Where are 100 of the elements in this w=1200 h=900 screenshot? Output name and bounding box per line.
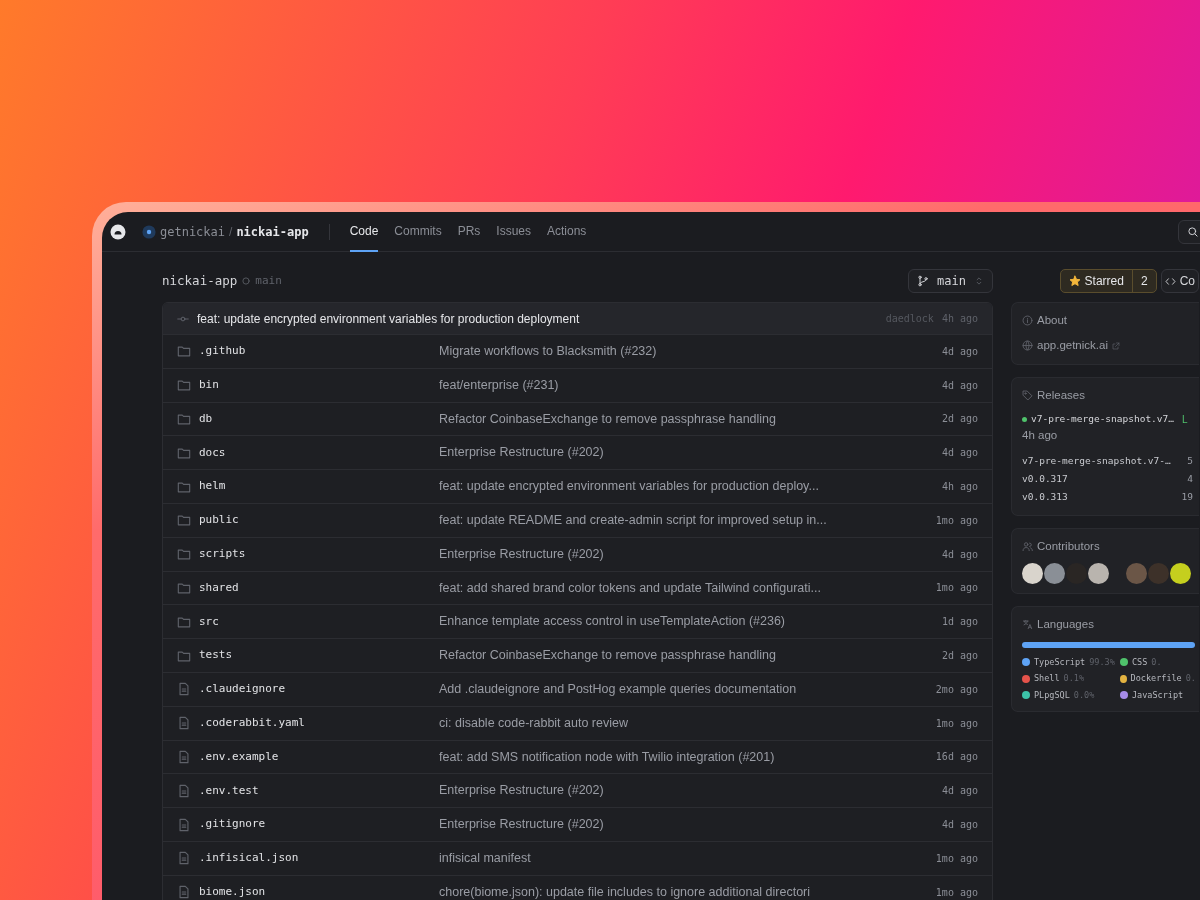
commit-time: 1mo ago xyxy=(935,716,978,731)
folder-icon xyxy=(177,580,191,595)
website-link[interactable]: app.getnick.ai xyxy=(1037,337,1108,355)
language-name: Shell xyxy=(1034,672,1060,685)
nav-tab[interactable]: Actions xyxy=(547,212,587,252)
folder-icon xyxy=(177,479,191,494)
commit-message[interactable]: Enterprise Restructure (#202) xyxy=(439,815,604,834)
commit-message[interactable]: Migrate workflows to Blacksmith (#232) xyxy=(439,342,657,361)
language-percent: 0. xyxy=(1185,672,1196,685)
commit-time: 2d ago xyxy=(941,649,978,664)
folder-name[interactable]: .github xyxy=(199,343,246,360)
file-icon xyxy=(177,885,191,900)
folder-icon xyxy=(177,614,191,629)
star-button[interactable]: Starred 2 xyxy=(1059,269,1157,293)
search-button[interactable] xyxy=(1178,219,1200,244)
folder-icon xyxy=(177,513,191,528)
language-percent: 0.0% xyxy=(1073,689,1095,702)
folder-name[interactable]: db xyxy=(199,410,213,428)
commit-message[interactable]: Refactor CoinbaseExchange to remove passphrase handling xyxy=(439,646,776,665)
file-name[interactable]: .gitignore xyxy=(199,816,266,833)
file-name[interactable]: .coderabbit.yaml xyxy=(199,714,305,732)
repo-title: nickai-app xyxy=(162,271,238,290)
owner-name[interactable]: getnickai xyxy=(160,222,226,241)
release-name[interactable]: v7-pre-merge-snapshot.v7-… xyxy=(1022,452,1171,470)
release-name[interactable]: v0.0.313 xyxy=(1022,488,1068,506)
commit-message[interactable]: infisical manifest xyxy=(439,848,531,868)
nav-tab[interactable]: Code xyxy=(349,212,379,252)
commit-time: 1mo ago xyxy=(935,513,978,528)
folder-name[interactable]: helm xyxy=(199,478,226,495)
language-percent: 0. xyxy=(1151,655,1162,669)
file-name[interactable]: .claudeignore xyxy=(199,681,286,698)
branch-selector[interactable]: main xyxy=(908,269,993,293)
folder-name[interactable]: shared xyxy=(199,579,239,597)
release-time: 5 xyxy=(1187,454,1193,468)
commit-message[interactable]: Enterprise Restructure (#202) xyxy=(439,781,604,801)
folder-icon xyxy=(177,344,191,359)
release-name[interactable]: v0.0.317 xyxy=(1022,470,1068,488)
commit-time: 4d ago xyxy=(941,446,978,461)
latest-label: L xyxy=(1182,412,1188,427)
org-avatar-icon xyxy=(142,224,156,239)
nav-tab[interactable]: Commits xyxy=(394,212,442,252)
file-icon xyxy=(177,817,191,832)
language-name: PLpgSQL xyxy=(1034,689,1070,702)
path-separator: / xyxy=(229,223,233,241)
repo-name[interactable]: nickai-app xyxy=(236,222,309,241)
file-icon xyxy=(177,851,191,866)
commit-message[interactable]: feat: update README and create-admin script for improved setup in... xyxy=(439,511,827,530)
folder-name[interactable]: docs xyxy=(199,444,226,462)
commit-message[interactable]: feat/enterprise (#231) xyxy=(439,375,559,395)
language-name: Dockerfile xyxy=(1130,672,1182,685)
commit-message[interactable]: Refactor CoinbaseExchange to remove passphrase handling xyxy=(439,409,776,429)
folder-name[interactable]: tests xyxy=(199,647,233,664)
code-icon xyxy=(1164,275,1176,287)
commit-time: 16d ago xyxy=(935,750,978,765)
info-icon xyxy=(1022,315,1033,327)
card-title: Contributors xyxy=(1037,539,1100,554)
contributor-avatar[interactable] xyxy=(1022,563,1043,585)
folder-name[interactable]: scripts xyxy=(199,545,246,563)
commit-message[interactable]: chore(biome.json): update file includes to ignore additional directori xyxy=(439,882,811,900)
commit-message[interactable]: feat: add SMS notification node with Twilio integration (#201) xyxy=(439,747,775,767)
commit-time: 4h ago xyxy=(941,312,978,326)
commit-message[interactable]: Enterprise Restructure (#202) xyxy=(439,443,604,463)
logo-icon xyxy=(110,223,126,240)
nav-tab[interactable]: PRs xyxy=(457,212,481,252)
commit-message[interactable]: feat: add shared brand color tokens and update Tailwind configurati... xyxy=(439,578,821,598)
file-name[interactable]: .infisical.json xyxy=(199,850,299,867)
commit-message[interactable]: Enhance template access control in useTemplateAction (#236) xyxy=(439,612,786,632)
translate-icon xyxy=(1022,619,1033,631)
commit-message[interactable]: ci: disable code-rabbit auto review xyxy=(439,713,628,733)
nav-tab[interactable]: Issues xyxy=(496,212,531,252)
file-name[interactable]: .env.example xyxy=(199,748,279,766)
commit-time: 4d ago xyxy=(941,784,978,799)
file-name[interactable]: .env.test xyxy=(199,782,259,799)
contributor-avatar[interactable] xyxy=(1088,563,1109,585)
release-name[interactable]: v7-pre-merge-snapshot.v7… xyxy=(1031,412,1174,427)
folder-name[interactable]: bin xyxy=(199,376,219,394)
commit-time: 4d ago xyxy=(941,818,978,833)
contributor-avatar[interactable] xyxy=(1170,563,1191,585)
folder-name[interactable]: public xyxy=(199,512,239,529)
search-icon xyxy=(1187,225,1199,238)
commit-message[interactable]: feat: update encrypted environment variables for production deployment xyxy=(197,309,580,328)
card-title: About xyxy=(1037,313,1068,328)
code-button[interactable]: Co xyxy=(1160,269,1199,293)
folder-name[interactable]: src xyxy=(199,613,219,630)
release-time: 4 xyxy=(1187,472,1193,486)
commit-time: 1mo ago xyxy=(935,581,978,596)
commit-time: 1mo ago xyxy=(935,851,978,866)
commit-message[interactable]: feat: update encrypted environment variables for production deploy... xyxy=(439,477,819,496)
release-time: 4h ago xyxy=(1022,427,1059,443)
folder-icon xyxy=(177,378,191,393)
commit-time: 4d ago xyxy=(941,547,978,562)
contributor-avatar[interactable] xyxy=(1044,563,1065,585)
folder-icon xyxy=(177,648,191,663)
commit-time: 4d ago xyxy=(941,344,978,359)
commit-message[interactable]: Add .claudeignore and PostHog example queries documentation xyxy=(439,680,797,699)
people-icon xyxy=(1022,541,1033,553)
file-name[interactable]: biome.json xyxy=(199,883,266,900)
commit-message[interactable]: Enterprise Restructure (#202) xyxy=(439,544,604,564)
chevron-updown-icon xyxy=(974,276,984,286)
language-percent: 99.3% xyxy=(1089,655,1115,669)
